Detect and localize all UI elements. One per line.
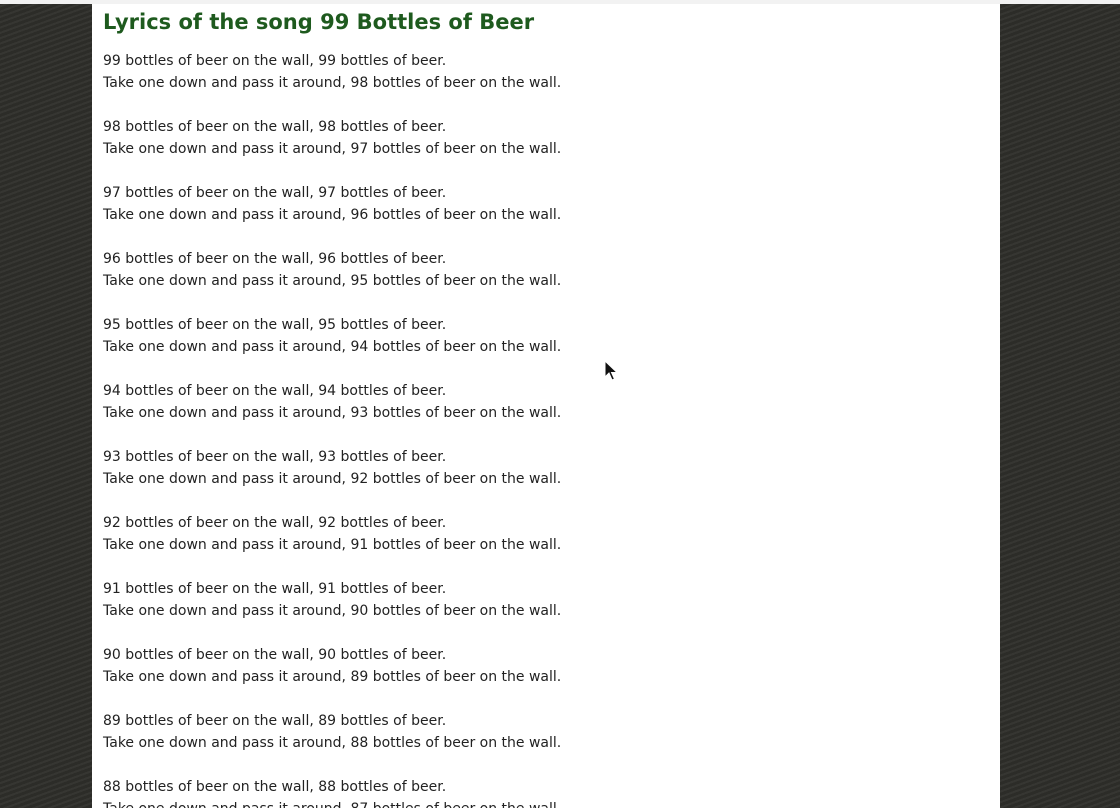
verse: 96 bottles of beer on the wall, 96 bottl… — [103, 248, 983, 314]
verse-line: 92 bottles of beer on the wall, 92 bottl… — [103, 515, 447, 531]
verse-line: 95 bottles of beer on the wall, 95 bottl… — [103, 317, 447, 333]
verse-line: 93 bottles of beer on the wall, 93 bottl… — [103, 449, 447, 465]
verse-line: 90 bottles of beer on the wall, 90 bottl… — [103, 647, 447, 663]
verse: 94 bottles of beer on the wall, 94 bottl… — [103, 380, 983, 446]
verse-line: 96 bottles of beer on the wall, 96 bottl… — [103, 251, 447, 267]
verse-line: Take one down and pass it around, 92 bot… — [103, 471, 562, 487]
verse-line: Take one down and pass it around, 91 bot… — [103, 537, 562, 553]
verse-line: 88 bottles of beer on the wall, 88 bottl… — [103, 779, 447, 795]
verse-line: Take one down and pass it around, 98 bot… — [103, 75, 562, 91]
verse-line: Take one down and pass it around, 87 bot… — [103, 798, 983, 808]
page-title: Lyrics of the song 99 Bottles of Beer — [103, 10, 535, 34]
verse: 92 bottles of beer on the wall, 92 bottl… — [103, 512, 983, 578]
verse-line: Take one down and pass it around, 97 bot… — [103, 141, 562, 157]
verse-line: Take one down and pass it around, 95 bot… — [103, 273, 562, 289]
verse-line: 97 bottles of beer on the wall, 97 bottl… — [103, 185, 447, 201]
verse: 99 bottles of beer on the wall, 99 bottl… — [103, 50, 983, 116]
verse-line: Take one down and pass it around, 90 bot… — [103, 603, 562, 619]
verse-line: Take one down and pass it around, 96 bot… — [103, 207, 562, 223]
verse: 90 bottles of beer on the wall, 90 bottl… — [103, 644, 983, 710]
verse-line: Take one down and pass it around, 93 bot… — [103, 405, 562, 421]
verse: 98 bottles of beer on the wall, 98 bottl… — [103, 116, 983, 182]
verse: 89 bottles of beer on the wall, 89 bottl… — [103, 710, 983, 776]
verse: 95 bottles of beer on the wall, 95 bottl… — [103, 314, 983, 380]
verse-line: Take one down and pass it around, 89 bot… — [103, 669, 562, 685]
mouse-pointer-icon — [604, 360, 618, 381]
verse: 91 bottles of beer on the wall, 91 bottl… — [103, 578, 983, 644]
verse-line: 98 bottles of beer on the wall, 98 bottl… — [103, 119, 447, 135]
lyrics-body: 99 bottles of beer on the wall, 99 bottl… — [103, 50, 983, 808]
verse: 88 bottles of beer on the wall, 88 bottl… — [103, 776, 983, 808]
verse: 93 bottles of beer on the wall, 93 bottl… — [103, 446, 983, 512]
verse-line: 99 bottles of beer on the wall, 99 bottl… — [103, 53, 447, 69]
verse-line: 94 bottles of beer on the wall, 94 bottl… — [103, 383, 447, 399]
verse-line: Take one down and pass it around, 94 bot… — [103, 339, 562, 355]
verse-line: Take one down and pass it around, 88 bot… — [103, 735, 562, 751]
lyrics-page: Lyrics of the song 99 Bottles of Beer 99… — [92, 4, 1000, 808]
verse-line: 91 bottles of beer on the wall, 91 bottl… — [103, 581, 447, 597]
verse-line: 89 bottles of beer on the wall, 89 bottl… — [103, 713, 447, 729]
verse: 97 bottles of beer on the wall, 97 bottl… — [103, 182, 983, 248]
